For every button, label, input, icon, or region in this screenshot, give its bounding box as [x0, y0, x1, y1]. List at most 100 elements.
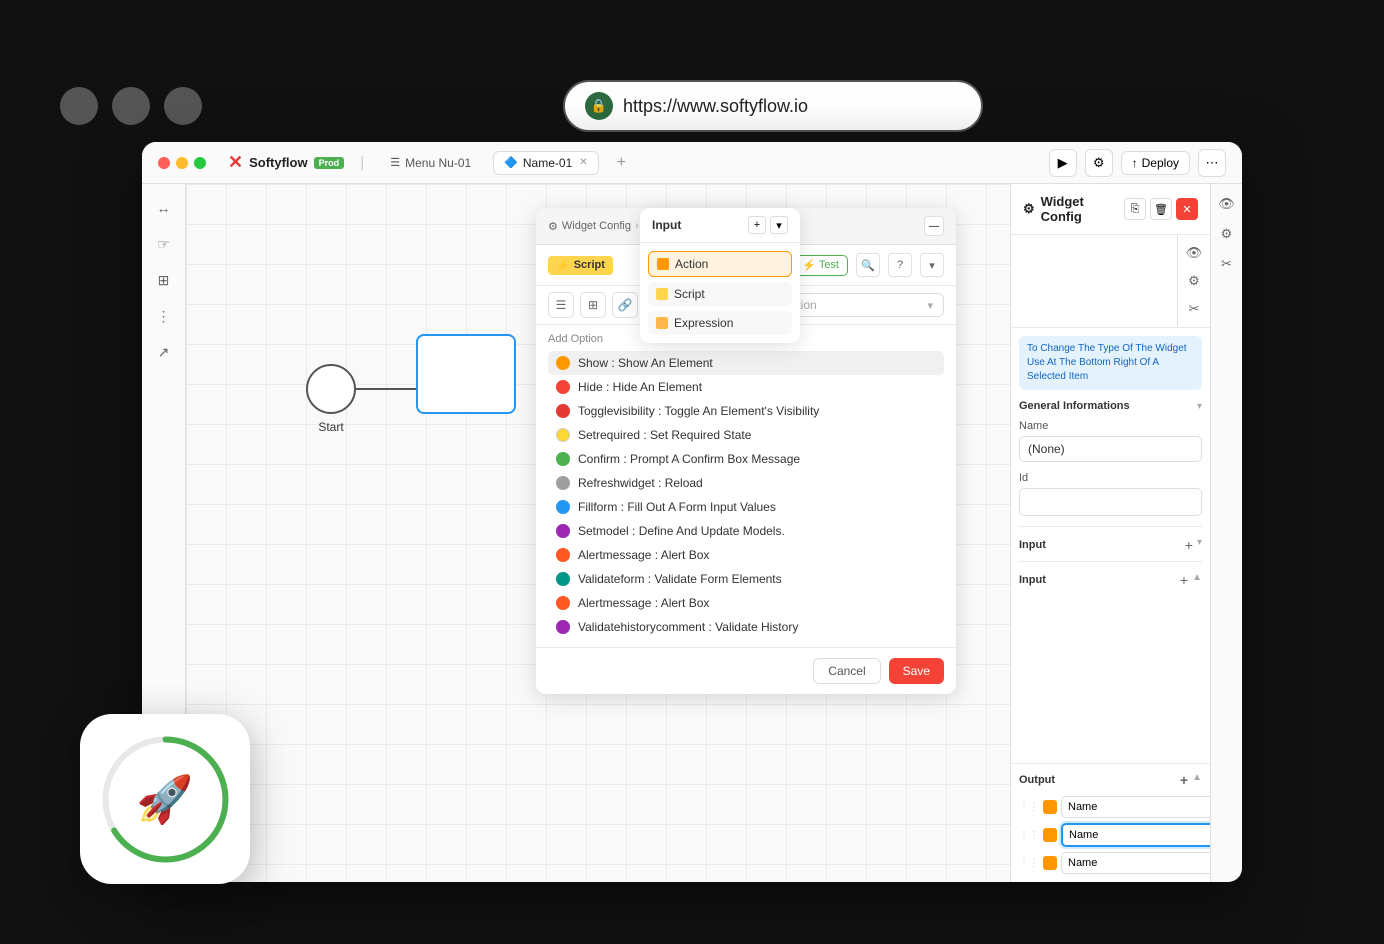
- lock-icon: 🔒: [585, 92, 613, 120]
- input-section: Input + ▾: [1019, 526, 1202, 553]
- test-button[interactable]: ⚡ Test: [793, 255, 848, 276]
- option-toggle[interactable]: Togglevisibility : Toggle An Element's V…: [548, 399, 944, 423]
- output-input-3[interactable]: [1061, 852, 1217, 874]
- sidebar-grid-icon[interactable]: ⊞: [148, 264, 180, 296]
- option-confirm[interactable]: Confirm : Prompt A Confirm Box Message: [548, 447, 944, 471]
- add-tab-button[interactable]: +: [611, 152, 632, 174]
- option-show[interactable]: Show : Show An Element: [548, 351, 944, 375]
- more-options-icon[interactable]: ⋯: [1198, 149, 1226, 177]
- selected-node[interactable]: [416, 334, 516, 414]
- tab-menu-nu01[interactable]: ☰ Menu Nu-01: [380, 152, 481, 174]
- config-title: ⚙ Widget Config: [1023, 194, 1124, 224]
- option-dot-setmodel: [556, 524, 570, 538]
- config-eye-icon[interactable]: 👁: [1182, 241, 1206, 265]
- config-copy-icon[interactable]: ⎘: [1124, 198, 1146, 220]
- start-node[interactable]: Start: [306, 364, 356, 434]
- output-collapse-button[interactable]: ▲: [1192, 772, 1202, 788]
- option-alertmsg1[interactable]: Alertmessage : Alert Box: [548, 543, 944, 567]
- output-add-button[interactable]: +: [1180, 772, 1188, 788]
- drag-handle-2[interactable]: ⋮⋮: [1019, 830, 1039, 841]
- tab-icon-menu: ☰: [390, 156, 400, 169]
- output-header: Output + ▲: [1019, 772, 1202, 788]
- title-bar-actions: ▶ ⚙ ↑ Deploy ⋯: [1049, 149, 1226, 177]
- option-setmodel[interactable]: Setmodel : Define And Update Models.: [548, 519, 944, 543]
- input-panel-title: Input: [652, 218, 681, 232]
- option-refresh[interactable]: Refreshwidget : Reload: [548, 471, 944, 495]
- stab-layers[interactable]: ☰: [548, 292, 574, 318]
- stab-link[interactable]: 🔗: [612, 292, 638, 318]
- sidebar-connect-icon[interactable]: ⋮: [148, 300, 180, 332]
- dropdown-icon[interactable]: ▾: [920, 253, 944, 277]
- sidebar-cursor-icon[interactable]: ☞: [148, 228, 180, 260]
- cancel-button[interactable]: Cancel: [813, 658, 880, 684]
- input-item-expression[interactable]: Expression: [648, 311, 792, 335]
- output-items: ⋮⋮ ✕ ⋮⋮ ✕: [1019, 796, 1202, 874]
- option-validateform[interactable]: Validateform : Validate Form Elements: [548, 567, 944, 591]
- window-controls: [158, 157, 206, 169]
- address-bar[interactable]: 🔒 https://www.softyflow.io: [563, 80, 983, 132]
- output-input-2[interactable]: [1061, 823, 1219, 847]
- option-fillform[interactable]: Fillform : Fill Out A Form Input Values: [548, 495, 944, 519]
- rib-gear[interactable]: ⚙: [1215, 222, 1239, 246]
- input-add-icon[interactable]: +: [748, 216, 766, 234]
- input-expand-icon[interactable]: ▾: [770, 216, 788, 234]
- config-tool-icon[interactable]: ✂: [1182, 297, 1206, 321]
- search-toolbar-icon[interactable]: 🔍: [856, 253, 880, 277]
- option-setrequired[interactable]: Setrequired : Set Required State: [548, 423, 944, 447]
- save-button[interactable]: Save: [889, 658, 944, 684]
- id-field-input[interactable]: [1019, 488, 1202, 516]
- script-title-badge: ⚡ Script: [548, 256, 613, 275]
- input-item-script[interactable]: Script: [648, 282, 792, 306]
- maximize-button[interactable]: [194, 157, 206, 169]
- input2-add-button[interactable]: +: [1180, 572, 1188, 588]
- traffic-light-3: [164, 87, 202, 125]
- help-icon[interactable]: ?: [888, 253, 912, 277]
- option-hide[interactable]: Hide : Hide An Element: [548, 375, 944, 399]
- action-dot: [657, 258, 669, 270]
- traffic-lights: [60, 87, 202, 125]
- tab-name01[interactable]: 🔷 Name-01 ✕: [493, 151, 598, 175]
- tab-close-icon[interactable]: ✕: [579, 157, 587, 168]
- settings-icon[interactable]: ⚙: [1085, 149, 1113, 177]
- config-delete-icon[interactable]: 🗑: [1150, 198, 1172, 220]
- option-validatehistory[interactable]: Validatehistorycomment : Validate Histor…: [548, 615, 944, 639]
- sidebar-arrow-icon[interactable]: ↗: [148, 336, 180, 368]
- input-add-button[interactable]: +: [1185, 537, 1193, 553]
- rib-scissors[interactable]: ✂: [1215, 252, 1239, 276]
- id-field-label: Id: [1019, 472, 1202, 484]
- drag-handle-3[interactable]: ⋮⋮: [1019, 858, 1039, 869]
- panel-footer: Cancel Save: [536, 648, 956, 694]
- input-expression-label: Expression: [674, 316, 733, 330]
- name-field-value[interactable]: (None): [1019, 436, 1202, 462]
- general-info-collapse[interactable]: ▾: [1197, 401, 1202, 412]
- config-hint: To Change The Type Of The Widget Use At …: [1019, 336, 1202, 390]
- output-input-1[interactable]: [1061, 796, 1217, 818]
- config-title-icon: ⚙: [1023, 201, 1035, 217]
- drag-handle-1[interactable]: ⋮⋮: [1019, 802, 1039, 813]
- traffic-light-1: [60, 87, 98, 125]
- input-item-action[interactable]: Action: [648, 251, 792, 277]
- prod-badge: Prod: [314, 157, 345, 169]
- preview-icon[interactable]: ▶: [1049, 149, 1077, 177]
- option-dot-confirm: [556, 452, 570, 466]
- input-section-2: Input + ▲: [1019, 561, 1202, 588]
- right-config-header: ⚙ Widget Config ⎘ 🗑 ✕: [1011, 184, 1210, 235]
- deploy-button[interactable]: ↑ Deploy: [1121, 151, 1190, 175]
- panel-minimize-button[interactable]: —: [924, 216, 944, 236]
- input-label-2: Input: [1019, 574, 1046, 586]
- config-gear-icon[interactable]: ⚙: [1182, 269, 1206, 293]
- sidebar-move-icon[interactable]: ↔: [148, 192, 180, 224]
- close-button[interactable]: [158, 157, 170, 169]
- stab-grid[interactable]: ⊞: [580, 292, 606, 318]
- start-circle: [306, 364, 356, 414]
- name-field-label: Name: [1019, 420, 1202, 432]
- test-icon: ⚡: [802, 259, 816, 272]
- input-expand-button[interactable]: ▾: [1197, 537, 1202, 553]
- config-close-icon[interactable]: ✕: [1176, 198, 1198, 220]
- rib-eye[interactable]: 👁: [1215, 192, 1239, 216]
- add-option-dropdown: Add Option Show : Show An Element Hide :…: [536, 325, 956, 648]
- input2-collapse-button[interactable]: ▲: [1192, 572, 1202, 588]
- minimize-button[interactable]: [176, 157, 188, 169]
- canvas-area[interactable]: Start ✕ Test: [186, 184, 1010, 882]
- option-alertmsg2[interactable]: Alertmessage : Alert Box: [548, 591, 944, 615]
